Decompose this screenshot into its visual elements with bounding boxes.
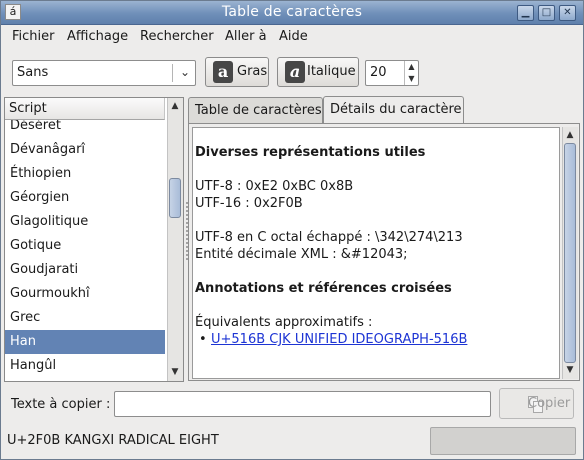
copy-text-input[interactable] xyxy=(114,391,491,417)
scroll-up-icon[interactable]: ▲ xyxy=(563,128,577,142)
menu-bar: Fichier Affichage Rechercher Aller à Aid… xyxy=(1,25,583,49)
approx-equivalents-label: Équivalents approximatifs : xyxy=(195,315,373,330)
xml-entity-line: Entité décimale XML : &#12043; xyxy=(195,247,408,262)
list-item-hangul[interactable]: Hangûl xyxy=(5,354,165,378)
font-size-spinner[interactable]: 20 ▲ ▼ xyxy=(365,60,419,86)
list-item-deseret[interactable]: Déséret xyxy=(5,120,165,138)
title-bar[interactable]: á Table de caractères ▁ □ ✕ xyxy=(1,1,583,25)
window-title: Table de caractères xyxy=(221,4,363,20)
close-button[interactable]: ✕ xyxy=(559,5,576,21)
chevron-down-icon: ⌄ xyxy=(179,65,190,79)
combo-separator xyxy=(172,64,173,82)
script-list-scrollbar[interactable]: ▲ ▼ xyxy=(167,98,183,381)
list-item-gourmoukhi[interactable]: Gourmoukhî xyxy=(5,282,165,306)
details-text-view[interactable]: Diverses représentations utiles UTF-8 : … xyxy=(192,127,560,379)
tab-table-caracteres[interactable]: Table de caractères xyxy=(188,97,323,123)
copy-text-label: Texte à copier : xyxy=(11,397,111,412)
spin-up-icon[interactable]: ▲ xyxy=(404,61,418,73)
status-progress-area xyxy=(430,427,576,455)
spin-down-icon[interactable]: ▼ xyxy=(404,73,418,85)
font-family-value: Sans xyxy=(17,65,49,80)
font-family-combo[interactable]: Sans ⌄ xyxy=(12,60,196,86)
script-list-panel: Script Déséret Dévanâgarî Éthiopien Géor… xyxy=(4,97,184,382)
script-header-label: Script xyxy=(9,101,47,116)
script-column-header[interactable]: Script xyxy=(5,98,165,120)
italic-toggle-button[interactable]: a Italique xyxy=(277,57,359,87)
list-item-gotique[interactable]: Gotique xyxy=(5,234,165,258)
list-item-glagolitique[interactable]: Glagolitique xyxy=(5,210,165,234)
tab-label: Détails du caractère xyxy=(330,102,462,117)
tab-details-caractere[interactable]: Détails du caractère xyxy=(323,96,464,124)
details-panel: Diverses représentations utiles UTF-8 : … xyxy=(188,123,580,381)
scroll-down-icon[interactable]: ▼ xyxy=(168,365,182,379)
list-item-georgien[interactable]: Géorgien xyxy=(5,186,165,210)
menu-fichier[interactable]: Fichier xyxy=(12,29,55,44)
minimize-button[interactable]: ▁ xyxy=(517,5,534,21)
utf8-octal-line: UTF-8 en C octal échappé : \342\274\213 xyxy=(195,230,463,245)
heading-annotations: Annotations et références croisées xyxy=(195,281,452,296)
font-size-value: 20 xyxy=(370,65,387,80)
list-item-grec[interactable]: Grec xyxy=(5,306,165,330)
italic-label: Italique xyxy=(307,64,356,79)
tab-label: Table de caractères xyxy=(195,103,322,118)
list-item-goudjarati[interactable]: Goudjarati xyxy=(5,258,165,282)
details-scrollbar[interactable]: ▲ ▼ xyxy=(562,127,578,379)
script-list: Déséret Dévanâgarî Éthiopien Géorgien Gl… xyxy=(5,120,165,381)
scroll-thumb[interactable] xyxy=(564,143,576,363)
status-text: U+2F0B KANGXI RADICAL EIGHT xyxy=(7,433,219,448)
bullet: • xyxy=(199,332,207,347)
bold-icon: a xyxy=(213,61,233,83)
list-item-devanagari[interactable]: Dévanâgarî xyxy=(5,138,165,162)
approx-equivalent-link[interactable]: U+516B CJK UNIFIED IDEOGRAPH-516B xyxy=(211,332,467,347)
heading-representations: Diverses représentations utiles xyxy=(195,145,426,160)
character-map-window: á Table de caractères ▁ □ ✕ Fichier Affi… xyxy=(0,0,584,460)
italic-icon: a xyxy=(285,61,305,83)
utf16-line: UTF-16 : 0x2F0B xyxy=(195,196,303,211)
menu-rechercher[interactable]: Rechercher xyxy=(140,29,214,44)
copy-button-label: Copier xyxy=(528,396,571,411)
scroll-thumb[interactable] xyxy=(169,178,181,218)
maximize-button[interactable]: □ xyxy=(538,5,555,21)
menu-affichage[interactable]: Affichage xyxy=(67,29,128,44)
menu-aide[interactable]: Aide xyxy=(279,29,308,44)
copy-button[interactable]: Copier xyxy=(499,388,574,419)
list-item-han[interactable]: Han xyxy=(5,330,165,354)
list-item-ethiopien[interactable]: Éthiopien xyxy=(5,162,165,186)
scroll-up-icon[interactable]: ▲ xyxy=(168,99,182,113)
menu-aller-a[interactable]: Aller à xyxy=(225,29,267,44)
bold-label: Gras xyxy=(237,64,268,79)
scroll-down-icon[interactable]: ▼ xyxy=(563,363,577,377)
bold-toggle-button[interactable]: a Gras xyxy=(205,57,269,87)
utf8-line: UTF-8 : 0xE2 0xBC 0x8B xyxy=(195,179,354,194)
